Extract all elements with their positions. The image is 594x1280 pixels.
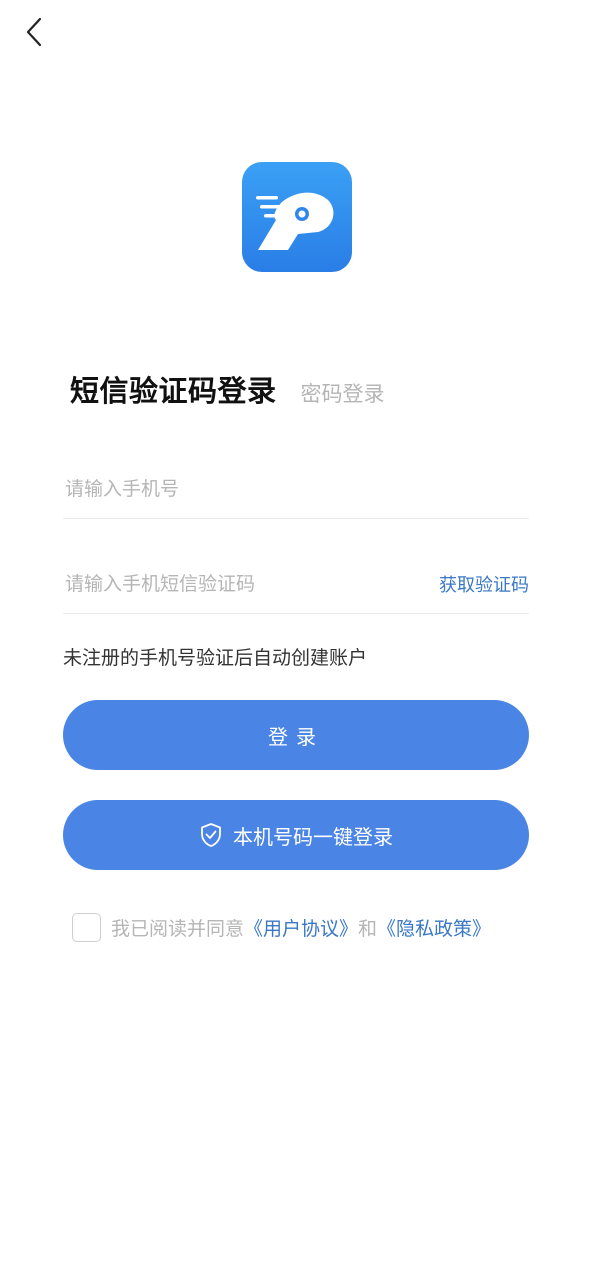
sms-code-input[interactable]	[63, 554, 439, 613]
privacy-policy-link[interactable]: 《隐私政策》	[377, 914, 491, 941]
app-logo	[242, 162, 352, 272]
phone-field-row	[63, 459, 529, 519]
agreement-checkbox[interactable]	[72, 913, 101, 942]
agreement-prefix: 我已阅读并同意	[111, 918, 245, 940]
agreement-and: 和	[358, 918, 378, 940]
phone-input[interactable]	[63, 459, 529, 518]
chevron-left-icon	[24, 16, 44, 52]
auto-register-hint: 未注册的手机号验证后自动创建账户	[63, 647, 368, 669]
login-mode-tabs: 短信验证码登录 密码登录	[70, 368, 385, 410]
back-button[interactable]	[18, 16, 50, 52]
one-key-login-label: 本机号码一键登录	[233, 824, 393, 849]
code-field-row: 获取验证码	[63, 554, 529, 614]
agreement-row: 我已阅读并同意 《用户协议》 和 《隐私政策》	[72, 913, 491, 942]
user-agreement-link[interactable]: 《用户协议》	[244, 914, 358, 941]
login-button-label: 登录	[268, 724, 324, 749]
tab-sms-login[interactable]: 短信验证码登录	[70, 368, 277, 410]
get-code-button[interactable]: 获取验证码	[439, 571, 529, 597]
one-key-login-button[interactable]: 本机号码一键登录	[63, 800, 529, 870]
login-button[interactable]: 登录	[63, 700, 529, 770]
tab-password-login[interactable]: 密码登录	[301, 378, 385, 408]
shield-check-icon	[199, 822, 223, 848]
